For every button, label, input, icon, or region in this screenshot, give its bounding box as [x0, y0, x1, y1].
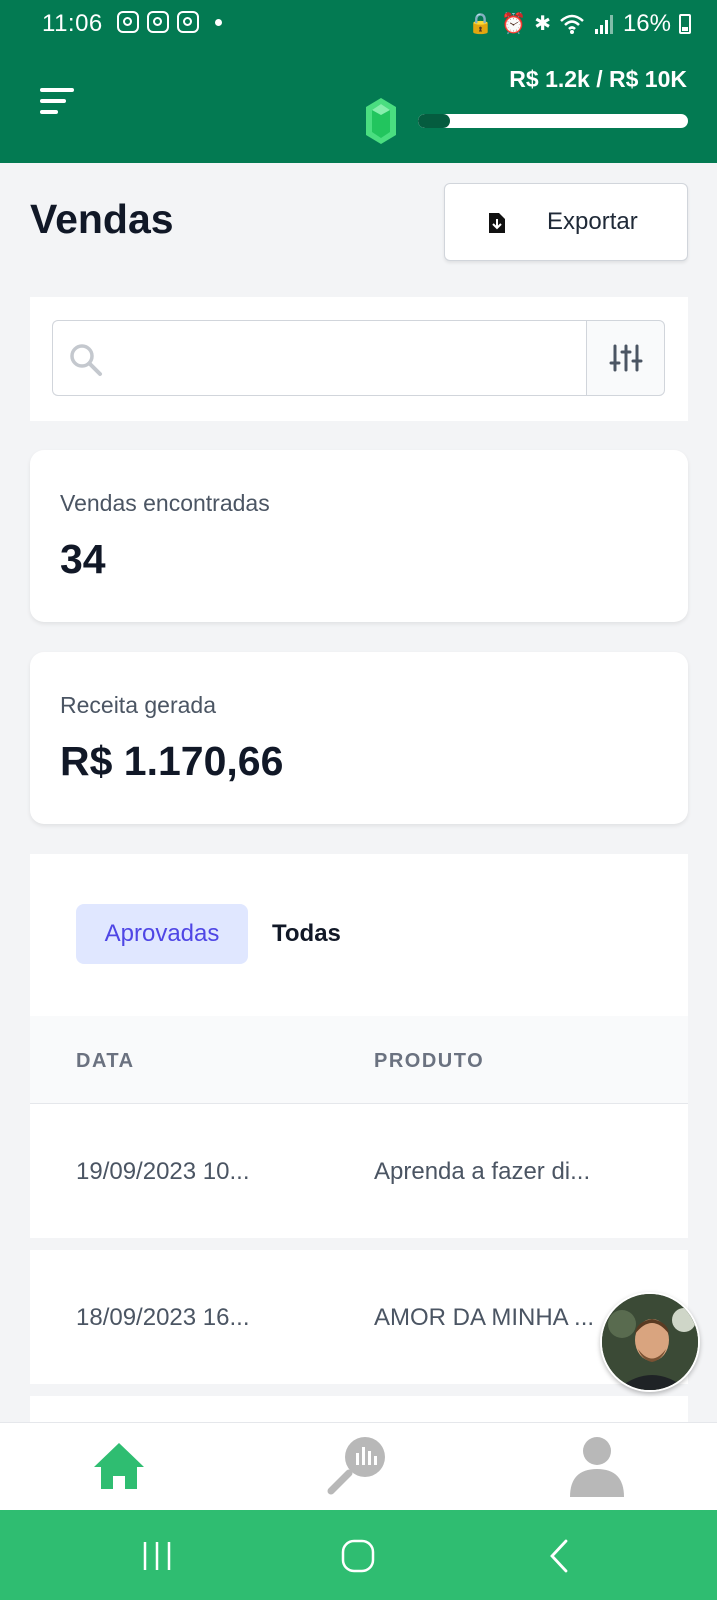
goal-progress-fill [418, 114, 451, 128]
stat-label: Vendas encontradas [60, 490, 270, 516]
home-system-button[interactable] [338, 1536, 378, 1576]
wifi-icon [560, 14, 584, 34]
column-header-data: DATA [76, 1050, 135, 1072]
search-panel [30, 297, 688, 421]
tab-todas[interactable]: Todas [272, 904, 341, 964]
sliders-icon [609, 344, 643, 372]
analytics-search-icon [327, 1437, 385, 1495]
instagram-icon [177, 11, 199, 33]
cell-data: 18/09/2023 16... [76, 1304, 250, 1331]
search-input[interactable] [123, 321, 573, 395]
stat-card-revenue: Receita gerada R$ 1.170,66 [30, 652, 688, 824]
export-label: Exportar [547, 208, 638, 235]
status-bar: 11:06 🔒 ⏰ ✱ 16% [0, 0, 717, 50]
column-header-produto: PRODUTO [374, 1050, 485, 1072]
bottom-navigation [0, 1422, 717, 1510]
page-title: Vendas [30, 196, 174, 242]
tab-aprovadas[interactable]: Aprovadas [76, 904, 248, 964]
signal-icon [593, 14, 615, 34]
back-icon [550, 1539, 568, 1573]
stat-value: R$ 1.170,66 [60, 738, 284, 784]
more-notifications-dot [215, 18, 222, 26]
battery-percent: 16% [622, 10, 671, 37]
nav-profile[interactable] [562, 1431, 632, 1501]
recents-button[interactable] [137, 1536, 177, 1576]
table-row[interactable]: 19/09/2023 10... Aprenda a fazer di... [30, 1104, 688, 1250]
gem-icon [366, 98, 396, 144]
back-button[interactable] [540, 1536, 580, 1576]
alarm-icon: ⏰ [501, 13, 527, 35]
home-circle-icon [341, 1539, 375, 1573]
sales-goal-text: R$ 1.2k / R$ 10K [509, 66, 687, 92]
bluetooth-icon: ✱ [534, 13, 551, 35]
cell-data: 19/09/2023 10... [76, 1158, 250, 1185]
file-download-icon [489, 213, 505, 233]
table-row[interactable]: 18/09/2023 16... AMOR DA MINHA ... [30, 1250, 688, 1396]
goal-progress-bar [418, 114, 688, 128]
app-header: 11:06 🔒 ⏰ ✱ 16% R$ 1.2k / R$ 10K [0, 0, 717, 163]
support-chat-avatar[interactable] [600, 1292, 700, 1392]
home-icon [94, 1443, 144, 1489]
system-navigation-bar [0, 1510, 717, 1600]
filter-button[interactable] [586, 320, 665, 396]
avatar-photo [602, 1294, 698, 1390]
instagram-icon [117, 11, 139, 33]
lock-icon: 🔒 [468, 13, 494, 35]
export-button[interactable]: Exportar [444, 183, 688, 261]
table-header: DATA PRODUTO [30, 1016, 688, 1104]
recents-icon [143, 1542, 171, 1570]
nav-reports[interactable] [323, 1431, 393, 1501]
sales-table-panel: Aprovadas Todas DATA PRODUTO 19/09/2023 … [30, 854, 688, 1422]
battery-icon [679, 14, 691, 34]
table-row[interactable] [30, 1396, 688, 1422]
instagram-icon [147, 11, 169, 33]
nav-home[interactable] [84, 1431, 154, 1501]
status-icons: 🔒 ⏰ ✱ 16% [468, 10, 691, 38]
stat-card-sales-count: Vendas encontradas 34 [30, 450, 688, 622]
notification-icons [117, 11, 222, 33]
stat-label: Receita gerada [60, 692, 216, 718]
menu-button[interactable] [40, 86, 76, 116]
stat-value: 34 [60, 536, 106, 582]
status-time: 11:06 [42, 10, 103, 37]
user-icon [570, 1437, 624, 1497]
search-icon [70, 344, 102, 376]
cell-produto: Aprenda a fazer di... [374, 1158, 591, 1185]
search-field [52, 320, 586, 396]
